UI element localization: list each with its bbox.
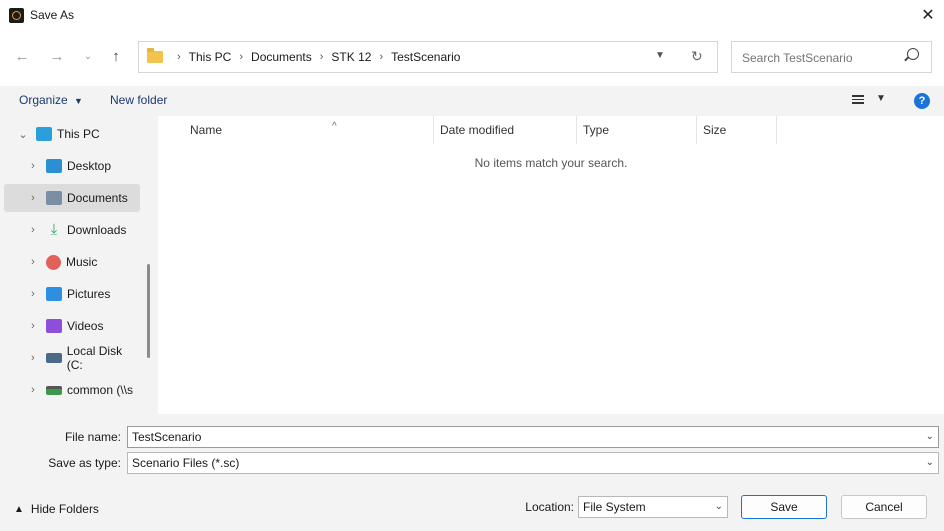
view-options-icon[interactable] bbox=[852, 95, 864, 105]
sidebar-item-common-network[interactable]: › common (\\s bbox=[4, 376, 140, 404]
back-arrow-icon[interactable]: ← bbox=[11, 46, 33, 68]
pictures-icon bbox=[46, 287, 62, 301]
app-icon bbox=[9, 8, 24, 23]
new-folder-button[interactable]: New folder bbox=[110, 93, 167, 107]
sidebar-item-local-disk[interactable]: › Local Disk (C: bbox=[4, 344, 140, 372]
breadcrumb-documents[interactable]: Documents bbox=[251, 50, 312, 64]
breadcrumb-stk12[interactable]: STK 12 bbox=[331, 50, 371, 64]
organize-label: Organize bbox=[19, 93, 68, 107]
sidebar-item-label: Downloads bbox=[67, 223, 127, 237]
chevron-right-icon[interactable]: › bbox=[26, 288, 40, 300]
sidebar-item-label: common (\\s bbox=[67, 383, 134, 397]
cancel-button[interactable]: Cancel bbox=[841, 495, 927, 519]
save-as-type-value: Scenario Files (*.sc) bbox=[132, 456, 240, 470]
close-icon[interactable]: ✕ bbox=[918, 6, 938, 26]
desktop-icon bbox=[46, 159, 62, 173]
videos-icon bbox=[46, 319, 62, 333]
column-type[interactable]: Type bbox=[577, 116, 697, 144]
title-bar: Save As ✕ bbox=[0, 0, 944, 32]
view-dropdown-icon[interactable]: ▼ bbox=[876, 93, 886, 104]
sort-ascending-icon: ^ bbox=[332, 121, 337, 132]
forward-arrow-icon[interactable]: → bbox=[46, 46, 68, 68]
location-select[interactable]: File System ⌄ bbox=[578, 496, 728, 518]
folder-icon bbox=[147, 48, 163, 63]
breadcrumb-testscenario[interactable]: TestScenario bbox=[391, 50, 460, 64]
recent-locations-chevron-icon[interactable]: ⌄ bbox=[77, 46, 99, 68]
sidebar-item-label: Desktop bbox=[67, 159, 112, 173]
refresh-icon[interactable]: ↻ bbox=[691, 48, 703, 65]
chevron-right-icon[interactable]: › bbox=[26, 352, 40, 364]
chevron-down-icon[interactable]: ⌄ bbox=[16, 128, 30, 141]
sidebar-item-downloads[interactable]: › ⤓ Downloads bbox=[4, 216, 140, 244]
chevron-down-icon[interactable]: ⌄ bbox=[926, 453, 934, 473]
sidebar-item-music[interactable]: › Music bbox=[4, 248, 140, 276]
up-arrow-icon[interactable]: ↑ bbox=[105, 46, 127, 68]
chevron-right-icon[interactable]: › bbox=[26, 320, 40, 332]
sidebar-item-label: Music bbox=[66, 255, 98, 269]
column-size[interactable]: Size bbox=[697, 116, 777, 144]
sidebar-scrollbar[interactable] bbox=[147, 264, 150, 358]
save-button[interactable]: Save bbox=[741, 495, 827, 519]
sidebar-item-label: Videos bbox=[67, 319, 104, 333]
breadcrumb-this-pc[interactable]: This PC bbox=[189, 50, 232, 64]
chevron-down-icon: ▼ bbox=[74, 96, 83, 106]
search-input[interactable] bbox=[740, 48, 904, 68]
chevron-down-icon[interactable]: ⌄ bbox=[715, 497, 723, 517]
navigation-pane: ⌄ This PC › Desktop › Documents › ⤓ Down… bbox=[0, 116, 158, 414]
sidebar-item-label: Local Disk (C: bbox=[66, 344, 123, 372]
chevron-right-icon: › bbox=[319, 51, 324, 63]
downloads-icon: ⤓ bbox=[50, 221, 58, 238]
empty-message: No items match your search. bbox=[474, 156, 628, 170]
sidebar-item-this-pc[interactable]: ⌄ This PC bbox=[4, 120, 140, 148]
disk-icon bbox=[45, 353, 62, 363]
organize-button[interactable]: Organize ▼ bbox=[19, 93, 83, 107]
music-icon bbox=[46, 254, 61, 270]
file-name-value: TestScenario bbox=[132, 430, 202, 444]
chevron-right-icon: › bbox=[379, 51, 384, 63]
monitor-icon bbox=[36, 127, 52, 141]
column-label: Name bbox=[190, 123, 223, 137]
column-name[interactable]: Name ^ bbox=[184, 116, 434, 144]
sidebar-item-documents[interactable]: › Documents bbox=[4, 184, 140, 212]
sidebar-item-label: This PC bbox=[57, 127, 100, 141]
help-icon[interactable]: ? bbox=[914, 93, 930, 109]
sidebar-item-desktop[interactable]: › Desktop bbox=[4, 152, 140, 180]
location-value: File System bbox=[583, 500, 646, 514]
column-date-modified[interactable]: Date modified bbox=[434, 116, 577, 144]
sidebar-item-label: Documents bbox=[67, 191, 128, 205]
documents-icon bbox=[46, 191, 62, 205]
save-form: File name: TestScenario ⌄ Save as type: … bbox=[0, 414, 944, 531]
location-label: Location: bbox=[525, 500, 574, 514]
chevron-right-icon[interactable]: › bbox=[26, 256, 40, 268]
chevron-down-icon[interactable]: ⌄ bbox=[926, 427, 934, 447]
breadcrumb: › This PC › Documents › STK 12 › TestSce… bbox=[169, 42, 460, 72]
file-list: Name ^ Date modified Type Size No items … bbox=[158, 116, 944, 414]
chevron-right-icon[interactable]: › bbox=[26, 224, 40, 236]
sidebar-item-label: Pictures bbox=[67, 287, 111, 301]
hide-folders-label: Hide Folders bbox=[30, 502, 99, 516]
address-dropdown-icon[interactable]: ▼ bbox=[655, 50, 665, 61]
sidebar-item-videos[interactable]: › Videos bbox=[4, 312, 140, 340]
network-drive-icon bbox=[46, 385, 62, 395]
hide-folders-button[interactable]: ▲ Hide Folders bbox=[14, 502, 99, 516]
search-icon[interactable] bbox=[907, 48, 919, 60]
save-as-type-label: Save as type: bbox=[48, 456, 121, 470]
file-name-label: File name: bbox=[64, 430, 121, 444]
toolbar: Organize ▼ New folder ▼ ? bbox=[0, 86, 944, 116]
chevron-right-icon: › bbox=[239, 51, 244, 63]
search-box[interactable] bbox=[731, 41, 932, 73]
chevron-right-icon[interactable]: › bbox=[26, 160, 40, 172]
sidebar-item-pictures[interactable]: › Pictures bbox=[4, 280, 140, 308]
chevron-up-icon: ▲ bbox=[14, 503, 24, 515]
address-bar[interactable]: › This PC › Documents › STK 12 › TestSce… bbox=[138, 41, 718, 73]
save-as-type-select[interactable]: Scenario Files (*.sc) ⌄ bbox=[127, 452, 939, 474]
chevron-right-icon[interactable]: › bbox=[26, 384, 40, 396]
chevron-right-icon[interactable]: › bbox=[26, 192, 40, 204]
file-name-input[interactable]: TestScenario ⌄ bbox=[127, 426, 939, 448]
window-title: Save As bbox=[30, 8, 75, 22]
chevron-right-icon: › bbox=[177, 51, 181, 63]
